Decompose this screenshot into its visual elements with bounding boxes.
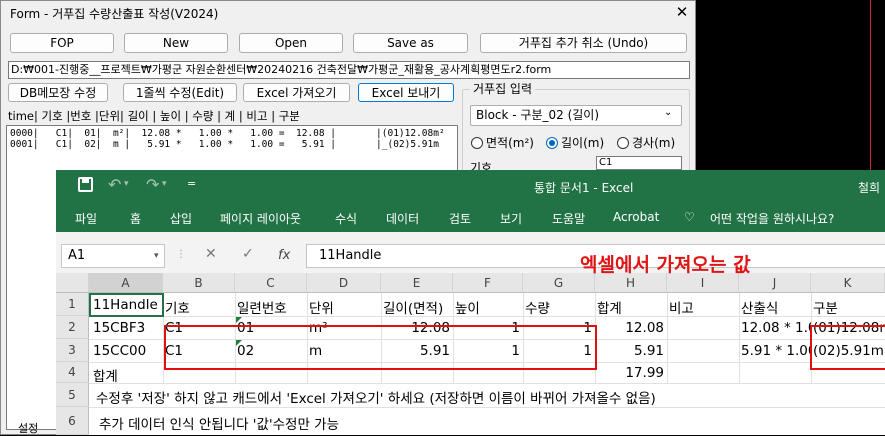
cell[interactable]: 12.08 * 1.0 (741, 320, 811, 336)
cell[interactable]: 합계 (93, 365, 163, 385)
redo-icon[interactable]: ↷ (146, 175, 159, 194)
radio-circle-icon (471, 137, 483, 149)
open-button[interactable]: Open (239, 33, 343, 53)
tab-view[interactable]: 보기 (500, 210, 522, 227)
note-cell[interactable]: 수정후 '저장' 하지 않고 캐드에서 'Excel 가져오기' 하세요 (저장… (96, 387, 885, 407)
cell[interactable]: 11Handle (93, 297, 163, 313)
tell-me-box[interactable]: 어떤 작업을 원하시나요? (710, 210, 834, 227)
input-group-title: 거푸집 입력 (470, 80, 536, 97)
worksheet-grid[interactable]: A B C D E F G H I J K 1 2 3 4 5 6 11Hand… (56, 273, 885, 435)
row-header[interactable]: 6 (56, 407, 89, 435)
enter-icon[interactable]: ✓ (242, 246, 254, 262)
block-dropdown[interactable]: Block - 구분_02 (길이) (470, 105, 682, 126)
tab-formulas[interactable]: 수식 (335, 210, 357, 227)
name-box[interactable]: A1 (61, 244, 165, 268)
cell[interactable]: 구분 (813, 297, 885, 317)
column-header-a[interactable]: A (89, 273, 163, 293)
save-as-button[interactable]: Save as (353, 33, 468, 53)
column-header-e[interactable]: E (381, 273, 453, 293)
save-icon[interactable] (78, 177, 93, 192)
close-icon[interactable]: ✕ (672, 2, 692, 22)
more-icon: ⋮ (176, 249, 186, 260)
chevron-down-icon[interactable]: ⌄ (664, 107, 672, 118)
function-icon[interactable]: fx (278, 248, 290, 263)
annotation-text: 엑셀에서 가져오는 값 (580, 254, 751, 276)
number-as-text-indicator (236, 317, 242, 323)
row-header[interactable]: 4 (56, 362, 89, 383)
cell[interactable]: 높이 (455, 297, 523, 317)
tab-page-layout[interactable]: 페이지 레이아웃 (220, 210, 301, 227)
radio-area[interactable]: 면적(m²) (471, 134, 534, 151)
db-edit-button[interactable]: DB메모장 수정 (8, 83, 108, 102)
radio-circle-icon (617, 137, 629, 149)
column-header-k[interactable]: K (811, 273, 885, 293)
cell[interactable]: 기호 (165, 297, 235, 317)
tab-help[interactable]: 도움말 (552, 210, 585, 227)
form-title: Form - 거푸집 수량산출표 작성(V2024) (10, 7, 219, 21)
cell[interactable]: 일련번호 (237, 297, 307, 317)
data-line: 0001| C1| 02| m | 5.91 * 1.00 * 1.00 = 5… (10, 139, 439, 150)
line-edit-button[interactable]: 1줄씩 수정(Edit) (123, 83, 237, 102)
cell[interactable]: 15CC00 (93, 343, 163, 359)
cell[interactable]: 비고 (669, 297, 739, 317)
radio-slope[interactable]: 경사(m) (617, 134, 675, 151)
excel-title: 통합 문서1 - Excel (534, 181, 634, 195)
new-button[interactable]: New (124, 33, 228, 53)
user-name[interactable]: 철희 (858, 179, 880, 196)
lightbulb-icon: ♡ (684, 210, 695, 224)
radio-length[interactable]: 길이(m) (546, 134, 604, 151)
highlight-box (164, 325, 597, 370)
excel-titlebar (56, 170, 885, 202)
tab-review[interactable]: 검토 (449, 210, 471, 227)
column-header-c[interactable]: C (235, 273, 307, 293)
data-line: 0000| C1| 01| m²| 12.08 * 1.00 * 1.00 = … (10, 128, 445, 139)
undo-icon[interactable]: ↶ (108, 175, 121, 194)
excel-window: ↶ ▾ ↷ ▾ = 통합 문서1 - Excel 철희 파일 홈 삽입 페이지 … (56, 170, 885, 435)
tab-insert[interactable]: 삽입 (170, 210, 192, 227)
cell[interactable]: 산출식 (741, 297, 811, 317)
note-cell[interactable]: 추가 데이터 인식 안됩니다 '값'수정만 가능 (99, 413, 885, 433)
cell[interactable]: 합계 (597, 297, 667, 317)
column-header-f[interactable]: F (453, 273, 523, 293)
cell[interactable]: 12.08 (597, 320, 664, 336)
chevron-down-icon[interactable]: ▾ (154, 251, 159, 261)
chevron-down-icon[interactable]: ▾ (124, 179, 129, 189)
kiho-input[interactable]: C1 (596, 156, 682, 170)
tab-acrobat[interactable]: Acrobat (613, 210, 659, 224)
row-header[interactable]: 5 (56, 383, 89, 407)
row-header[interactable]: 3 (56, 339, 89, 362)
excel-import-button[interactable]: Excel 가져오기 (243, 83, 350, 102)
cell[interactable]: 5.91 (597, 343, 664, 359)
undo-add-button[interactable]: 거푸집 추가 취소 (Undo) (480, 33, 687, 53)
cell[interactable]: 17.99 (597, 365, 664, 381)
tab-file[interactable]: 파일 (75, 210, 97, 227)
chevron-down-icon[interactable]: ▾ (162, 179, 167, 189)
tab-home[interactable]: 홈 (130, 210, 141, 227)
column-header: time| 기호 |번호 |단위| 길이 | 높이 | 수량 | 계 | 비고 … (8, 109, 300, 123)
cell[interactable]: 15CBF3 (93, 320, 163, 336)
cell[interactable]: 수량 (525, 297, 595, 317)
select-all-corner[interactable] (56, 273, 89, 293)
excel-export-button[interactable]: Excel 보내기 (358, 83, 454, 102)
radio-selected-icon (546, 137, 558, 149)
column-header-b[interactable]: B (163, 273, 235, 293)
row-header[interactable]: 1 (56, 293, 89, 316)
row-header[interactable]: 2 (56, 316, 89, 339)
tab-data[interactable]: 데이터 (386, 210, 419, 227)
cell[interactable]: 5.91 * 1.00 (741, 343, 811, 359)
cell[interactable]: 단위 (309, 297, 381, 317)
fop-button[interactable]: FOP (10, 33, 114, 53)
cad-red-line (870, 0, 871, 180)
column-header-d[interactable]: D (307, 273, 381, 293)
highlight-box (810, 325, 885, 370)
file-path-field[interactable]: D:₩001-진행중__프로젝트₩가평군 자원순환센터₩20240216 건축전… (8, 61, 690, 79)
customize-icon[interactable]: = (187, 177, 196, 190)
tab-settings[interactable]: 설정 (18, 420, 38, 436)
cancel-icon[interactable]: ✕ (205, 246, 217, 262)
